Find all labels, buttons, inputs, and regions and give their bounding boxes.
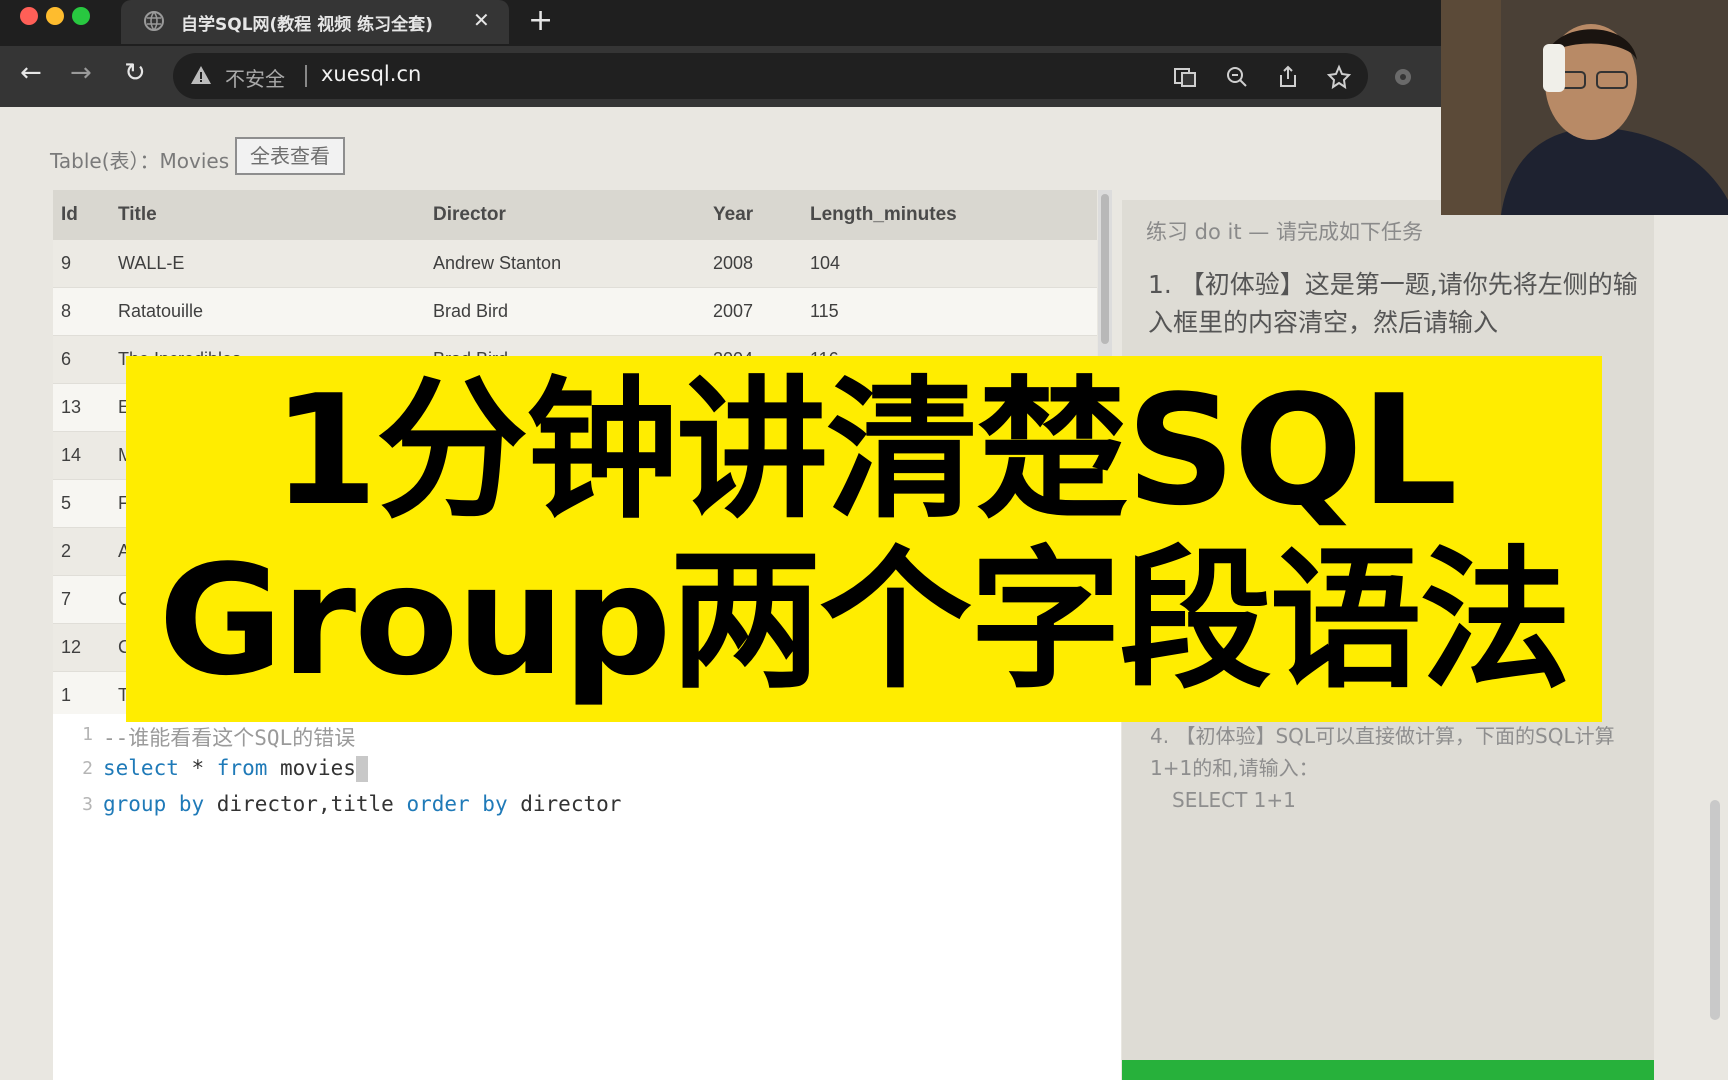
line-number: 1	[82, 724, 93, 745]
cell-id: 12	[53, 623, 117, 672]
cell-year: 2007	[712, 287, 809, 336]
cell-title: Ratatouille	[117, 287, 432, 336]
globe-icon	[144, 11, 164, 31]
sql-text: movies	[267, 756, 356, 780]
forward-icon[interactable]: →	[70, 58, 92, 88]
task-4: 4. 【初体验】SQL可以直接做计算，下面的SQL计算1+1的和,请输入： SE…	[1150, 720, 1640, 816]
extension-gear-icon[interactable]	[1390, 64, 1416, 90]
share-icon[interactable]	[1275, 64, 1301, 90]
line-number: 2	[82, 758, 93, 779]
line-number: 3	[82, 794, 93, 815]
col-header-length: Length_minutes	[809, 190, 1097, 240]
table-row[interactable]: 8 Ratatouille Brad Bird 2007 115	[53, 287, 1097, 336]
title-banner: 1分钟讲清楚SQL Group两个字段语法	[126, 356, 1602, 722]
exercise-title: 练习 do it — 请完成如下任务	[1146, 220, 1423, 244]
sql-keyword: group by	[103, 792, 205, 816]
cell-id: 9	[53, 240, 117, 288]
tab-title: 自学SQL网(教程 视频 练习全套)	[181, 15, 433, 35]
task-4-sql: SELECT 1+1	[1172, 788, 1296, 812]
code-line-2: select * from movies	[103, 756, 368, 782]
sql-keyword: order by	[406, 792, 508, 816]
cell-director: Brad Bird	[432, 287, 712, 336]
new-tab-button[interactable]: +	[528, 4, 553, 38]
cell-year: 2008	[712, 240, 809, 288]
table-label: Table(表）：Movies	[50, 149, 230, 173]
col-header-director: Director	[432, 190, 712, 240]
col-header-id: Id	[53, 190, 117, 240]
table-header-row: Id Title Director Year Length_minutes	[53, 190, 1097, 240]
page-scrollbar[interactable]	[1710, 800, 1720, 1020]
minimize-window-button[interactable]	[46, 7, 64, 25]
zoom-out-icon[interactable]	[1224, 64, 1250, 90]
task-4-text: 4. 【初体验】SQL可以直接做计算，下面的SQL计算1+1的和,请输入：	[1150, 724, 1615, 780]
table-row[interactable]: 9 WALL-E Andrew Stanton 2008 104	[53, 240, 1097, 288]
reload-icon[interactable]: ↻	[124, 58, 146, 88]
cell-director: Andrew Stanton	[432, 240, 712, 288]
cell-id: 2	[53, 527, 117, 576]
tab-active[interactable]: 自学SQL网(教程 视频 练习全套) ✕	[121, 0, 509, 44]
cell-id: 5	[53, 479, 117, 528]
translate-icon[interactable]	[1172, 64, 1198, 90]
omnibox-separator	[305, 65, 307, 87]
zoom-window-button[interactable]	[72, 7, 90, 25]
col-header-year: Year	[712, 190, 809, 240]
close-window-button[interactable]	[20, 7, 38, 25]
sql-keyword: select	[103, 756, 179, 780]
sql-editor[interactable]: 1 --谁能看看这个SQL的错误 2 select * from movies …	[53, 714, 1121, 1080]
col-header-title: Title	[117, 190, 432, 240]
code-comment: --谁能看看这个SQL的错误	[103, 726, 356, 750]
sql-text: director,title	[204, 792, 407, 816]
text-cursor	[355, 756, 368, 782]
webcam-video	[1441, 0, 1728, 215]
cell-id: 1	[53, 671, 117, 720]
close-tab-icon[interactable]: ✕	[473, 8, 490, 32]
bookmark-star-icon[interactable]	[1326, 64, 1352, 90]
sql-text: *	[178, 756, 217, 780]
security-label: 不安全	[225, 67, 285, 91]
submit-bar[interactable]	[1122, 1060, 1654, 1080]
task-1: 1. 【初体验】这是第一题,请你先将左侧的输入框里的内容清空，然后请输入	[1148, 270, 1638, 337]
banner-line-1: 1分钟讲清楚SQL	[272, 362, 1457, 539]
sql-text: director	[507, 792, 622, 816]
banner-line-2: Group两个字段语法	[158, 532, 1571, 709]
cell-id: 14	[53, 431, 117, 480]
cell-length: 115	[809, 287, 1097, 336]
cell-title: WALL-E	[117, 240, 432, 288]
cell-id: 8	[53, 287, 117, 336]
back-icon[interactable]: ←	[20, 58, 42, 88]
cell-length: 104	[809, 240, 1097, 288]
sql-keyword: from	[216, 756, 268, 780]
cell-id: 6	[53, 335, 117, 384]
view-all-button[interactable]: 全表查看	[235, 137, 345, 175]
warning-icon	[191, 66, 211, 84]
url-text[interactable]: xuesql.cn	[321, 62, 421, 86]
code-line-3: group by director,title order by directo…	[103, 792, 621, 816]
table-scroll-thumb[interactable]	[1101, 194, 1109, 344]
cell-id: 13	[53, 383, 117, 432]
cell-id: 7	[53, 575, 117, 624]
presenter-image	[1441, 0, 1728, 215]
